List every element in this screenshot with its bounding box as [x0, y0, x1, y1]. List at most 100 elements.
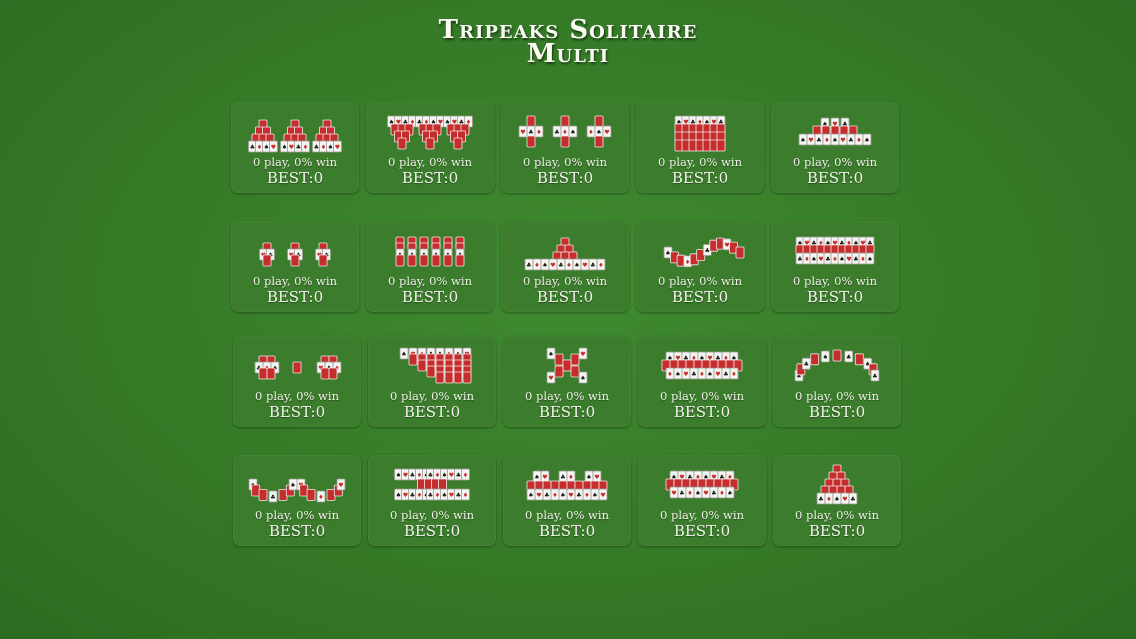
card-back: [290, 254, 300, 267]
layout-preview-three-diamonds: ♥♣♥♣♥♣: [259, 242, 331, 267]
svg-text:♦: ♦: [552, 492, 557, 499]
layout-tile-three-diamonds[interactable]: ♥♣♥♣♥♣ 0 play, 0% winBEST:0: [231, 221, 359, 312]
card-face: ♣: [574, 488, 584, 501]
svg-text:♠: ♠: [834, 496, 839, 503]
svg-text:♥: ♥: [604, 129, 609, 136]
layout-stats: 0 play, 0% win: [388, 274, 472, 288]
layout-tile-castle[interactable]: ♠ ♥ ♣ ♦ ♠ ♥ ♠ ♥ ♣ ♦ ♠ ♥ ♣ ♦ ♠ ♥ 0 play, 0% win BEST:0: [503, 455, 631, 546]
card-back: [453, 371, 463, 384]
layout-tile-tower[interactable]: ♠ ♥ ♣ ♦ ♠ ♥ ♣ ♦ ♥ ♣ ♦ ♠ ♥ ♣ ♦ ♠ 0 play, 0% win BEST:0: [638, 455, 766, 546]
svg-text:♠: ♠: [548, 351, 553, 358]
layout-best-score: BEST:0: [266, 169, 324, 187]
card-face: ♥: [333, 140, 342, 153]
svg-text:♣: ♣: [250, 144, 255, 151]
card-back: [407, 254, 417, 267]
svg-text:♥: ♥: [449, 472, 454, 479]
svg-text:♦: ♦: [856, 137, 861, 144]
card-back: [299, 484, 309, 497]
card-face: ♠: [862, 133, 872, 146]
layout-tile-two-arcs[interactable]: ♠♥♣♦♠♥0 play, 0% winBEST:0: [233, 455, 361, 546]
card-back: [560, 135, 570, 148]
card-face: ♦: [854, 133, 864, 146]
svg-text:♠: ♠: [800, 137, 805, 144]
card-face: ♦: [534, 125, 544, 138]
layout-tile-wide-peaks[interactable]: ♠ ♥ ♣ ♠ ♥ ♣ ♦ ♠ ♥ ♣ ♦ ♠ 0 play, 0% win BEST:0: [771, 102, 899, 193]
layout-tile-snake[interactable]: ♠ ♦ ♣ ♥ 0 play, 0% win BEST:0: [636, 221, 764, 312]
layout-tile-pyramid[interactable]: ♣ ♦ ♠ ♥ ♣ 0 play, 0% win BEST:0: [773, 455, 901, 546]
svg-text:♦: ♦: [598, 262, 603, 269]
card-back: [328, 367, 338, 380]
svg-text:♣: ♣: [590, 262, 595, 269]
card-face: ♠: [673, 367, 683, 380]
svg-text:♦: ♦: [463, 472, 468, 479]
svg-text:♦: ♦: [463, 492, 468, 499]
svg-text:♥: ♥: [840, 137, 845, 144]
card-back: [320, 367, 330, 380]
card-face: ♥: [540, 470, 550, 483]
layout-tile-ladder[interactable]: ♠♥♣♦♠♥♣♦♠♥♣♦♠♥♣♦♠♥♣♦♠♥♣♦ 0 play, 0% winBE…: [368, 455, 496, 546]
layout-stats: 0 play, 0% win: [388, 155, 472, 169]
layout-tile-arch[interactable]: ♠ ♣ ♠ ♣ ♠ ♣ 0 play, 0% win BEST:0: [773, 336, 901, 427]
card-back: [560, 115, 570, 128]
svg-text:♣: ♣: [428, 492, 433, 499]
layout-stats: 0 play, 0% win: [658, 155, 742, 169]
card-face: ♥: [566, 488, 576, 501]
layout-tile-two-clusters[interactable]: ♣♦♠♥♣♦ 0 play, 0% winBEST:0: [233, 336, 361, 427]
layout-stats: 0 play, 0% win: [253, 274, 337, 288]
svg-text:♦: ♦: [318, 494, 323, 501]
card-face: ♠: [584, 470, 594, 483]
layout-preview-x-cross: ♠ ♥ ♠ ♥: [546, 347, 588, 384]
layout-tile-inverted-peaks[interactable]: ♠ ♥ ♣ ♦ ♣ ♦ ♠ ♥ ♠ ♥ ♣ ♦ 0 play, 0% win BEST:0: [366, 102, 494, 193]
svg-text:♣: ♣: [428, 472, 433, 479]
card-back: [318, 254, 328, 267]
layout-preview-mountain: ♣♦♠♥♣♦♠♥♣♦♠♥♣♦: [524, 237, 606, 271]
card-back: [251, 484, 261, 497]
card-face: ♦: [564, 258, 574, 271]
layout-tile-big-block[interactable]: ♠ ♥ ♣ ♦ ♠ ♥ ♣ ♦ ♠ ♦ ♠ ♥ ♣ ♦ ♠ ♥ ♣ ♦ 0 play, 0% win BEST:0: [638, 336, 766, 427]
svg-text:♦: ♦: [804, 256, 809, 263]
card-face: ♣: [542, 488, 552, 501]
layout-preview-tower: ♠ ♥ ♣ ♦ ♠ ♥ ♣ ♦♥ ♣ ♦ ♠ ♥ ♣ ♦ ♠: [665, 470, 739, 499]
svg-text:♥: ♥: [808, 137, 813, 144]
layout-best-score: BEST:0: [806, 288, 864, 306]
layout-tile-block[interactable]: ♠ ♥ ♣ ♦ ♠ ♥ ♣ 0 play, 0% win BEST:0: [636, 102, 764, 193]
layout-preview-staircase: ♠♥♦♣♣♦♠♥: [399, 347, 472, 384]
layout-tile-mountain[interactable]: ♣♦♠♥♣♦♠♥♣♦♠♥♣♦ 0 play, 0% winBEST:0: [501, 221, 629, 312]
svg-text:♦: ♦: [536, 129, 541, 136]
svg-text:♣: ♣: [456, 472, 461, 479]
layout-tile-staircase[interactable]: ♠♥♦♣♣♦♠♥ 0 play, 0% winBEST:0: [368, 336, 496, 427]
layout-tile-x-cross[interactable]: ♠ ♥ ♠ ♥ 0 play, 0% win BEST:0: [503, 336, 631, 427]
card-face: ♥: [838, 133, 848, 146]
svg-text:♠: ♠: [396, 492, 401, 499]
card-back: [716, 139, 726, 152]
card-back: [435, 371, 445, 384]
svg-text:♠: ♠: [864, 137, 869, 144]
svg-text:♥: ♥: [403, 472, 408, 479]
svg-text:♥: ♥: [289, 144, 294, 151]
card-face: ♠: [594, 125, 604, 138]
layout-tile-wide-rows[interactable]: ♠ ♥ ♣ ♦ ♠ ♥ ♣ ♦ ♠ ♥ ♣ ♣ ♦ ♠ ♥ ♣ ♦ ♠ ♥ ♣ ♦ ♠ 0 play, 0% win BEST…: [771, 221, 899, 312]
card-face: ♠: [532, 470, 542, 483]
layout-tile-three-crosses[interactable]: ♥ ♣ ♦ ♣ ♦ ♠ ♦ ♠ ♥ 0 play, 0% win BEST:0: [501, 102, 629, 193]
layout-tile-three-peaks[interactable]: ♣ ♦ ♠ ♥ ♠ ♥ ♣ ♦ ♣ ♦ ♠ ♥ 0 play, 0% win BEST:0: [231, 102, 359, 193]
layout-preview-big-block: ♠ ♥ ♣ ♦ ♠ ♥ ♣ ♦ ♠♦ ♠ ♥ ♣ ♦ ♠ ♥ ♣ ♦: [661, 351, 743, 380]
svg-text:♦: ♦: [303, 144, 308, 151]
card-face: ♣: [816, 492, 826, 505]
svg-text:♦: ♦: [435, 472, 440, 479]
svg-text:♦: ♦: [667, 371, 672, 378]
svg-text:♠: ♠: [528, 492, 533, 499]
game-subtitle: Multi: [526, 39, 610, 69]
svg-text:♠: ♠: [839, 256, 844, 263]
svg-text:♦: ♦: [588, 129, 593, 136]
svg-text:♠: ♠: [596, 129, 601, 136]
card-face: ♦: [665, 367, 675, 380]
card-back: [455, 254, 465, 267]
svg-text:♠: ♠: [442, 492, 447, 499]
svg-text:♦: ♦: [860, 256, 865, 263]
svg-text:♣: ♣: [848, 137, 853, 144]
layout-tile-columns[interactable]: ♣♣♣♣♣♣ 0 play, 0% winBEST:0: [366, 221, 494, 312]
svg-text:♠: ♠: [811, 256, 816, 263]
svg-text:♠: ♠: [665, 250, 670, 257]
card-back: [832, 349, 842, 362]
svg-text:♥: ♥: [842, 496, 847, 503]
